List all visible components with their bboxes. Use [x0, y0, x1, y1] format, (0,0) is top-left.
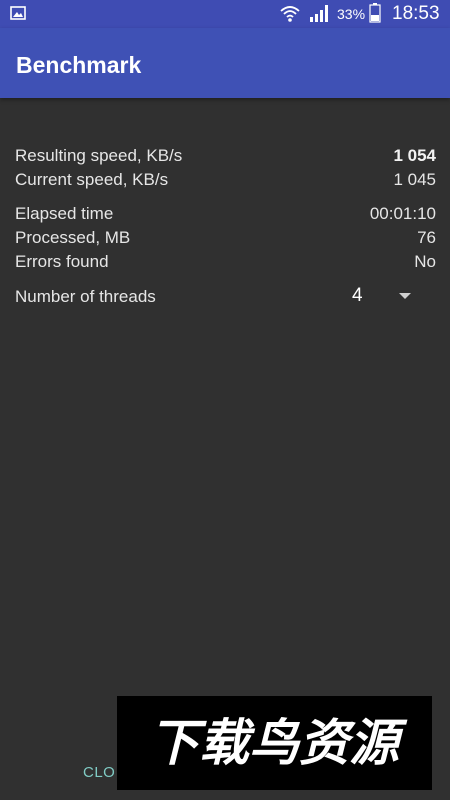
stat-label: Processed, MB — [15, 228, 131, 247]
stat-label: Elapsed time — [15, 204, 114, 223]
stat-row-elapsed-time: Elapsed time 00:01:10 — [15, 203, 436, 225]
dropdown-arrow-icon — [399, 293, 411, 299]
stat-row-processed: Processed, MB 76 — [15, 227, 436, 249]
stat-row-errors: Errors found No — [15, 251, 436, 273]
close-button[interactable]: CLO — [83, 764, 115, 782]
status-bar: 33% 18:53 — [0, 0, 450, 28]
battery-icon — [369, 3, 381, 23]
stat-value: 1 045 — [393, 170, 436, 189]
stat-label: Errors found — [15, 252, 109, 271]
gallery-icon — [10, 6, 26, 20]
battery-percent: 33% — [337, 6, 366, 22]
threads-spinner-value: 4 — [352, 285, 363, 306]
stat-value: 76 — [417, 228, 436, 247]
stat-value: No — [414, 252, 436, 271]
stat-value: 1 054 — [393, 146, 436, 165]
status-clock: 18:53 — [392, 3, 440, 24]
svg-text:下载鸟资源: 下载鸟资源 — [149, 714, 408, 772]
threads-label: Number of threads — [15, 287, 156, 306]
stat-label: Current speed, KB/s — [15, 170, 169, 189]
app-bar: Benchmark — [0, 28, 450, 98]
threads-spinner[interactable]: 4 — [350, 285, 420, 309]
wifi-icon — [280, 6, 300, 22]
signal-icon — [310, 5, 328, 22]
benchmark-screen: 33% 18:53 Benchmark Resulting speed, KB/… — [0, 0, 450, 800]
watermark-logo: 下载鸟资源 — [117, 696, 432, 790]
threads-row: Number of threads 4 — [15, 285, 415, 309]
page-title: Benchmark — [16, 52, 142, 78]
stat-row-resulting-speed: Resulting speed, KB/s 1 054 — [15, 145, 436, 167]
stat-label: Resulting speed, KB/s — [15, 146, 183, 165]
stat-row-current-speed: Current speed, KB/s 1 045 — [15, 169, 436, 191]
stat-value: 00:01:10 — [369, 204, 436, 223]
